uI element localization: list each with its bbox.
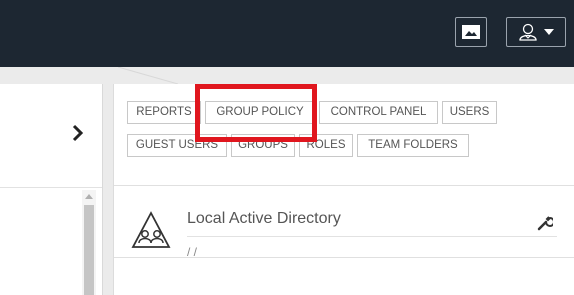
tab-team-folders[interactable]: TEAM FOLDERS	[357, 134, 469, 157]
card-divider-bottom	[114, 257, 574, 258]
folder-icon	[462, 25, 480, 39]
card-divider	[114, 185, 574, 186]
folder-button[interactable]	[455, 17, 487, 47]
scrollbar-thumb[interactable]	[84, 205, 94, 295]
scroll-up-arrow-icon[interactable]	[84, 192, 94, 200]
user-menu-button[interactable]	[506, 17, 566, 47]
top-bar	[0, 0, 574, 67]
caret-down-icon	[544, 29, 554, 35]
user-icon	[519, 23, 537, 41]
tab-control-panel[interactable]: CONTROL PANEL	[319, 101, 438, 124]
left-panel-divider	[0, 187, 102, 188]
directory-title[interactable]: Local Active Directory	[187, 210, 341, 228]
tab-reports[interactable]: REPORTS	[127, 101, 201, 124]
decorative-line	[118, 67, 178, 84]
tab-users[interactable]: USERS	[442, 101, 497, 124]
chevron-right-icon[interactable]	[70, 123, 86, 143]
highlight-box	[195, 84, 317, 142]
directory-title-underline	[187, 236, 557, 237]
wrench-icon[interactable]	[537, 215, 553, 231]
group-triangle-icon	[131, 211, 171, 248]
directory-card: REPORTS GROUP POLICY CONTROL PANEL USERS…	[113, 84, 574, 295]
